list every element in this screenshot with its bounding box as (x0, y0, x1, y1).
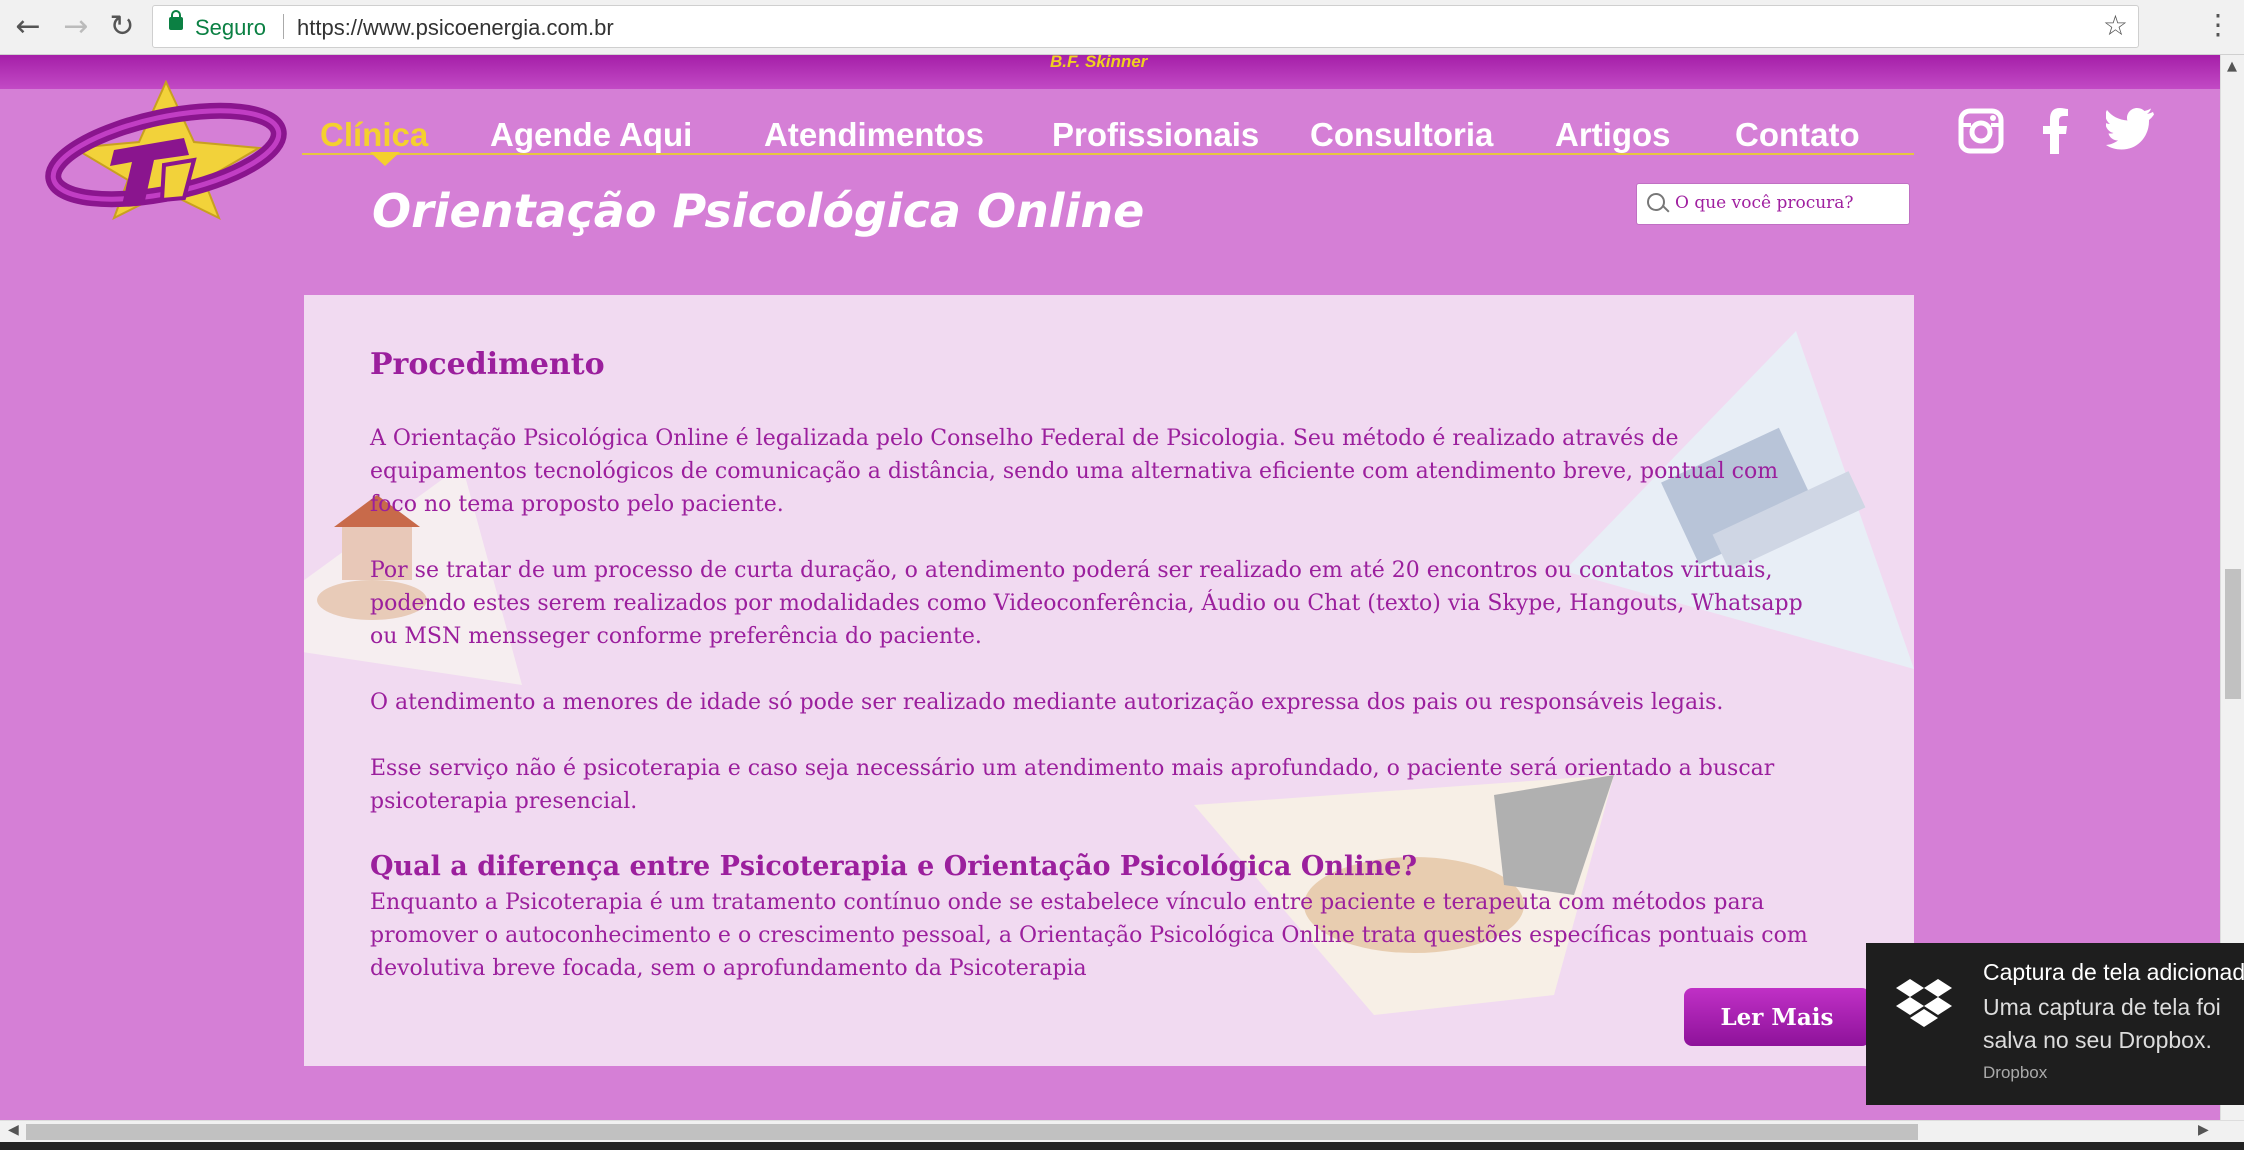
url-text[interactable]: https://www.psicoenergia.com.br (297, 15, 614, 41)
reload-icon[interactable]: ↻ (104, 9, 140, 45)
paragraph-diferenca: Enquanto a Psicoterapia é um tratamento … (370, 890, 1808, 981)
scroll-right-icon[interactable]: ▶ (2198, 1122, 2209, 1138)
search-box[interactable] (1636, 183, 1910, 225)
back-arrow-icon[interactable]: ← (10, 9, 46, 45)
lock-icon (169, 10, 183, 30)
twitter-icon[interactable] (2106, 108, 2154, 150)
section-heading-procedimento: Procedimento (370, 347, 605, 382)
scroll-left-icon[interactable]: ◀ (8, 1122, 19, 1138)
content-panel: Procedimento A Orientação Psicológica On… (304, 295, 1914, 1066)
nav-item-clinica[interactable]: Clínica (320, 116, 428, 154)
vertical-dots-icon[interactable]: ⋮ (2204, 8, 2232, 41)
nav-item-atendimentos[interactable]: Atendimentos (764, 116, 984, 154)
dropbox-icon (1896, 979, 1952, 1027)
star-icon[interactable]: ☆ (2103, 9, 2128, 42)
forward-arrow-icon[interactable]: → (58, 9, 94, 45)
read-more-button[interactable]: Ler Mais (1684, 988, 1870, 1046)
paragraph-menores: O atendimento a menores de idade só pode… (370, 690, 1724, 715)
facebook-icon[interactable] (2040, 108, 2070, 154)
paragraph-curta-duracao: Por se tratar de um processo de curta du… (370, 558, 1803, 649)
section-heading-diferenca: Qual a diferença entre Psicoterapia e Or… (370, 851, 1418, 882)
scroll-up-icon[interactable]: ▲ (2227, 59, 2237, 74)
horizontal-scroll-thumb[interactable] (26, 1124, 1918, 1140)
nav-item-consultoria[interactable]: Consultoria (1310, 116, 1493, 154)
address-bar[interactable]: Seguro https://www.psicoenergia.com.br ☆ (152, 5, 2139, 48)
top-banner-quote: B.F. Skinner (1050, 52, 1148, 71)
nav-item-profissionais[interactable]: Profissionais (1052, 116, 1259, 154)
address-separator (283, 14, 284, 39)
paragraph-nao-psicoterapia: Esse serviço não é psicoterapia e caso s… (370, 756, 1775, 814)
paragraph-legalizada: A Orientação Psicológica Online é legali… (370, 426, 1779, 517)
dropbox-notification[interactable]: Captura de tela adicionada Uma captura d… (1866, 943, 2244, 1105)
site-logo[interactable] (44, 80, 289, 220)
nav-item-artigos[interactable]: Artigos (1555, 116, 1671, 154)
instagram-icon[interactable] (1958, 108, 2004, 154)
active-nav-caret (370, 152, 400, 166)
secure-label: Seguro (195, 15, 266, 40)
search-icon (1647, 193, 1665, 211)
nav-item-agende-aqui[interactable]: Agende Aqui (490, 116, 692, 154)
main-nav: Clínica Agende Aqui Atendimentos Profiss… (302, 114, 1914, 155)
vertical-scroll-thumb[interactable] (2225, 569, 2241, 699)
notification-title: Captura de tela adicionada (1983, 959, 2244, 985)
search-input[interactable] (1675, 190, 1903, 216)
nav-item-contato[interactable]: Contato (1735, 116, 1860, 154)
browser-toolbar: ← → ↻ Seguro https://www.psicoenergia.co… (0, 0, 2244, 55)
page-title: Orientação Psicológica Online (372, 184, 1145, 238)
notification-app-name: Dropbox (1983, 1063, 2048, 1082)
taskbar-edge (0, 1142, 2244, 1150)
horizontal-scrollbar[interactable]: ◀ ▶ (0, 1120, 2244, 1143)
notification-message: Uma captura de tela foi salva no seu Dro… (1983, 994, 2221, 1053)
